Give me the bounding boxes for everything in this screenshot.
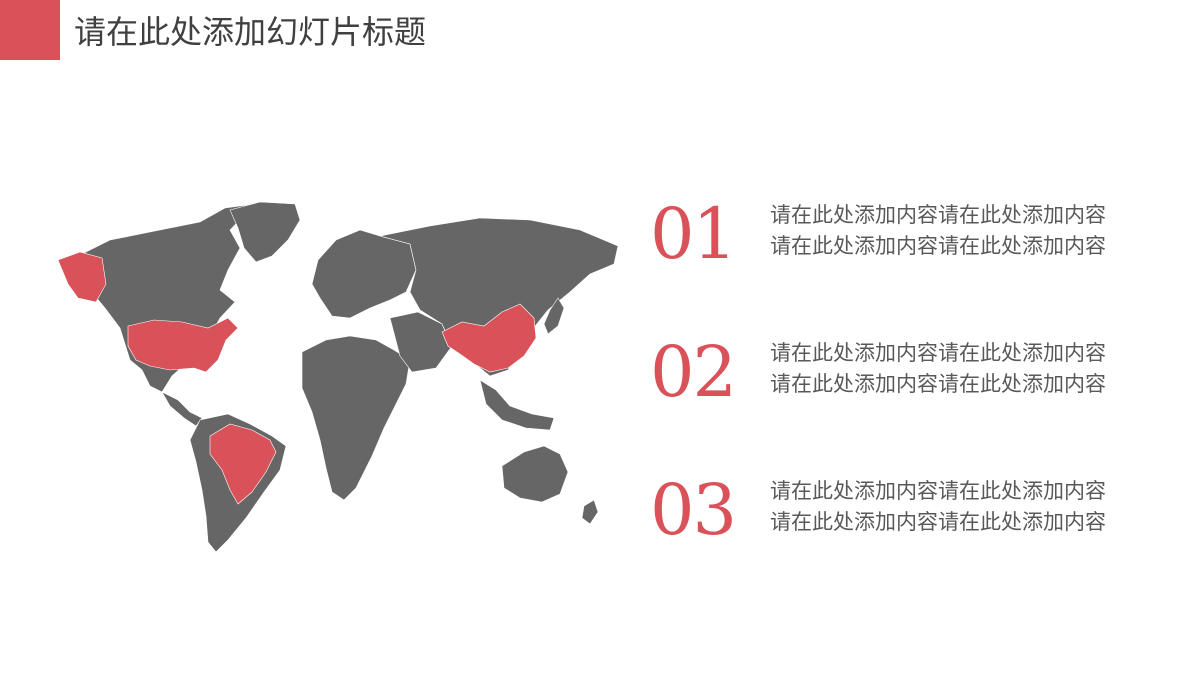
map-usa — [127, 317, 239, 373]
item-text-line: 请在此处添加内容请在此处添加内容 — [770, 510, 1106, 534]
map-alaska — [57, 251, 107, 303]
list-item-2: 02 请在此处添加内容请在此处添加内容 请在此处添加内容请在此处添加内容 — [650, 332, 1150, 418]
list-item-1: 01 请在此处添加内容请在此处添加内容 请在此处添加内容请在此处添加内容 — [650, 194, 1150, 280]
item-number: 03 — [650, 469, 737, 551]
map-africa — [301, 335, 411, 501]
item-text-line: 请在此处添加内容请在此处添加内容 — [770, 234, 1106, 258]
item-text[interactable]: 请在此处添加内容请在此处添加内容 请在此处添加内容请在此处添加内容 — [770, 200, 1106, 262]
item-text-line: 请在此处添加内容请在此处添加内容 — [770, 203, 1106, 227]
item-number: 01 — [650, 193, 737, 275]
map-central-america — [161, 391, 203, 427]
slide-title[interactable]: 请在此处添加幻灯片标题 — [74, 10, 426, 54]
map-europe — [311, 229, 417, 319]
item-text-line: 请在此处添加内容请在此处添加内容 — [770, 372, 1106, 396]
list-item-3: 03 请在此处添加内容请在此处添加内容 请在此处添加内容请在此处添加内容 — [650, 470, 1150, 556]
item-text[interactable]: 请在此处添加内容请在此处添加内容 请在此处添加内容请在此处添加内容 — [770, 476, 1106, 538]
title-accent-block — [0, 0, 60, 60]
map-southeast-asia — [479, 379, 555, 431]
item-text[interactable]: 请在此处添加内容请在此处添加内容 请在此处添加内容请在此处添加内容 — [770, 338, 1106, 400]
map-australia — [501, 445, 569, 503]
item-number: 02 — [650, 331, 737, 413]
map-greenland — [229, 201, 301, 263]
map-new-zealand — [581, 499, 599, 525]
item-text-line: 请在此处添加内容请在此处添加内容 — [770, 341, 1106, 365]
item-text-line: 请在此处添加内容请在此处添加内容 — [770, 479, 1106, 503]
world-map — [57, 201, 619, 553]
